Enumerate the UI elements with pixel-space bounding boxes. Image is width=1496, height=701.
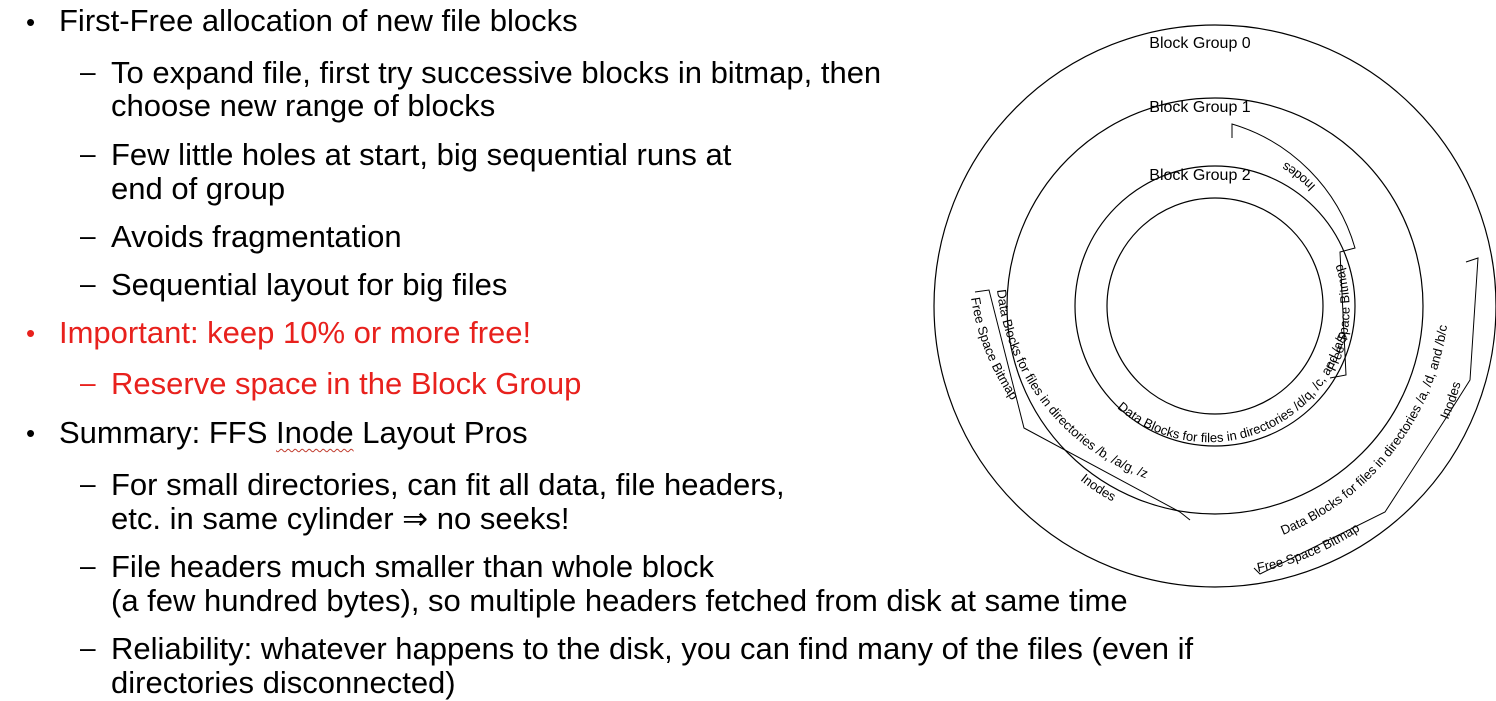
inner-ring [1106,197,1324,415]
dash: – [80,138,96,169]
sub-avoids-fragmentation: Avoids fragmentation [111,219,402,254]
g0-inodes-label: Inodes [1437,379,1464,421]
bullet-first-free: First-Free allocation of new file blocks [59,3,578,38]
bullet-dot: • [26,7,36,37]
block-group-2-label: Block Group 2 [1149,167,1250,184]
dash: – [80,56,96,87]
sub-reliability-line1: Reliability: whatever happens to the dis… [111,631,1194,666]
dash: – [80,468,96,499]
sub-reliability-line2: directories disconnected) [111,665,456,700]
sub-reserve-space: Reserve space in the Block Group [111,366,582,401]
block-group-2-ring [1074,165,1356,447]
bullet-summary: Summary: FFS Inode Layout Pros [59,416,528,450]
block-group-diagram: Block Group 0 Block Group 1 Block Group … [933,24,1496,588]
summary-prefix: Summary: FFS [59,415,277,450]
bullet-important: Important: keep 10% or more free! [59,315,532,350]
block-group-0-label: Block Group 0 [1149,35,1250,52]
sub-few-holes-line2: end of group [111,171,286,206]
g0-data-label: Data Blocks for files in directories /a,… [1278,323,1450,538]
sub-small-dirs-line1: For small directories, can fit all data,… [111,467,785,502]
sub-few-holes-line1: Few little holes at start, big sequentia… [111,137,732,172]
dash: – [80,268,96,299]
g1-data-label: Data Blocks for files in directories /b,… [994,288,1150,481]
sub-expand-file-line1: To expand file, first try successive blo… [111,55,882,90]
dash: – [80,220,96,251]
dash: – [80,550,96,581]
bullet-dot: • [26,318,36,348]
sub-file-headers-line1: File headers much smaller than whole blo… [111,549,715,584]
slide: • First-Free allocation of new file bloc… [0,0,1496,701]
summary-suffix: Layout Pros [353,415,528,450]
block-group-1-ring [1006,97,1424,515]
sub-small-dirs-line2: etc. in same cylinder ⇒ no seeks! [111,501,570,536]
sub-expand-file-line2: choose new range of blocks [111,88,496,123]
sub-sequential-layout: Sequential layout for big files [111,267,508,302]
block-group-1-label: Block Group 1 [1149,99,1250,116]
g0-free-space-label: Free Space Bitmap [1256,520,1362,575]
dash: – [80,632,96,663]
g2-inodes-label: Inodes [1279,159,1318,194]
summary-inode-word: Inode [276,415,354,450]
bullet-dot: • [26,418,36,448]
g2-data-label: Data Blocks for files in directories /d/… [1115,330,1349,445]
dash: – [80,367,96,398]
